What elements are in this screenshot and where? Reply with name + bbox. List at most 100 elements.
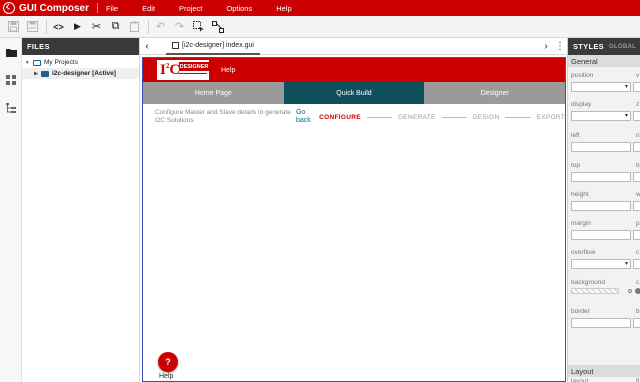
step-configure: CONFIGURE: [319, 113, 361, 121]
section-general[interactable]: General: [568, 55, 640, 67]
step-connector: [366, 116, 392, 118]
width-input[interactable]: [633, 201, 640, 211]
height-input[interactable]: [571, 201, 631, 211]
header-help-link[interactable]: Help: [221, 67, 235, 74]
overflow-field-2[interactable]: [633, 259, 640, 269]
toolbar: <> ▶ ✂ ⧉ ↶ ↷: [0, 16, 640, 38]
chevron-down-icon[interactable]: ▾: [26, 60, 33, 66]
activity-bar: [0, 38, 22, 382]
undo-icon[interactable]: ↶: [152, 18, 169, 35]
prop-label: p: [636, 220, 640, 227]
top-input[interactable]: [571, 172, 631, 182]
menu-options[interactable]: Options: [226, 4, 252, 13]
save-all-icon[interactable]: [24, 18, 41, 35]
logo-underline: [179, 73, 207, 74]
right-input[interactable]: [633, 142, 640, 152]
section-layout[interactable]: Layout: [568, 365, 640, 377]
connect-tool-icon[interactable]: [209, 18, 226, 35]
prop-label: background: [571, 279, 605, 286]
design-canvas[interactable]: I2C DESIGNER Help Home Page Quick Build …: [142, 57, 566, 382]
files-header: FILES: [22, 38, 139, 55]
tab-quick-build[interactable]: Quick Build: [283, 82, 425, 104]
tab-global[interactable]: GLOBAL: [609, 44, 636, 50]
prop-label: margin: [571, 220, 591, 227]
configure-instructions: Configure Master and Slave details to ge…: [155, 108, 291, 124]
toolbar-divider: [148, 19, 149, 34]
margin-input[interactable]: [571, 230, 631, 240]
tree-item-my-projects[interactable]: ▾ My Projects: [22, 57, 139, 68]
prop-background: background c: [571, 279, 640, 294]
prop-label: ri: [636, 132, 640, 139]
editor-area: ‹ [i2c-designer] index.gui › ⋮ I2C DESIG…: [140, 38, 567, 382]
bottom-input[interactable]: [633, 172, 640, 182]
prop-label: z: [636, 101, 640, 108]
border-field-2[interactable]: [633, 318, 640, 328]
menu-help[interactable]: Help: [276, 4, 291, 13]
menu-edit[interactable]: Edit: [142, 4, 155, 13]
display-field-2[interactable]: [633, 111, 640, 121]
left-input[interactable]: [571, 142, 631, 152]
logo-designer-tag: DESIGNER: [179, 62, 209, 71]
code-view-icon[interactable]: <>: [50, 18, 67, 35]
cut-icon[interactable]: ✂: [88, 18, 105, 35]
position-field-2[interactable]: [633, 82, 640, 92]
copy-icon[interactable]: ⧉: [107, 18, 124, 35]
prop-layout: layout fl: [571, 378, 640, 382]
background-color-swatch[interactable]: [571, 288, 619, 294]
color-knob[interactable]: [635, 288, 640, 294]
prop-label: layout: [571, 378, 589, 382]
i2c-header: I2C DESIGNER Help: [143, 58, 565, 82]
tab-index-gui[interactable]: [i2c-designer] index.gui: [166, 38, 260, 55]
padding-input[interactable]: [633, 230, 640, 240]
chevron-left-icon[interactable]: ‹: [140, 41, 154, 52]
prop-left: left ri: [571, 132, 640, 152]
go-back-link[interactable]: Go back: [296, 109, 319, 126]
step-connector: [441, 116, 467, 118]
color-picker-icon[interactable]: [628, 289, 632, 293]
prop-label: c: [636, 279, 640, 286]
app-title: GUI Composer: [19, 2, 90, 14]
prop-label: position: [571, 72, 594, 79]
tab-styles[interactable]: STYLES: [573, 42, 604, 51]
tab-label: [i2c-designer] index.gui: [182, 41, 254, 49]
editor-tab-bar: ‹ [i2c-designer] index.gui › ⋮: [140, 38, 567, 55]
display-select[interactable]: ▾: [571, 111, 631, 121]
styles-panel: STYLES GLOBAL General position v ▾ displa…: [567, 38, 640, 382]
prop-height: height w: [571, 191, 640, 211]
prop-label: left: [571, 132, 580, 139]
redo-icon[interactable]: ↷: [171, 18, 188, 35]
prop-label: c: [636, 249, 640, 256]
logo-text: I2C: [160, 61, 181, 78]
select-tool-icon[interactable]: [190, 18, 207, 35]
folder-icon: [41, 70, 49, 77]
app-logo-icon: [3, 2, 15, 14]
tree-item-i2c-designer[interactable]: ▶ i2c-designer [Active]: [22, 68, 139, 79]
menu-file[interactable]: File: [106, 4, 118, 13]
more-icon[interactable]: ⋮: [553, 41, 567, 52]
position-select[interactable]: ▾: [571, 82, 631, 92]
step-connector: [505, 116, 531, 118]
step-generate: GENERATE: [397, 113, 436, 121]
help-button[interactable]: ?: [158, 352, 178, 372]
folder-icon[interactable]: [0, 38, 22, 66]
chevron-right-icon[interactable]: ›: [539, 41, 553, 52]
folder-outline-icon: [33, 59, 41, 66]
menu-divider: [97, 3, 98, 13]
chevron-right-icon[interactable]: ▶: [34, 71, 41, 77]
tab-designer[interactable]: Designer: [424, 82, 565, 104]
border-input[interactable]: [571, 318, 631, 328]
app-nav-tabs: Home Page Quick Build Designer: [143, 82, 565, 104]
save-icon[interactable]: [5, 18, 22, 35]
hierarchy-icon[interactable]: [0, 94, 22, 122]
menu-project[interactable]: Project: [179, 4, 202, 13]
tab-home-page[interactable]: Home Page: [143, 82, 284, 104]
prop-label: height: [571, 191, 589, 198]
prop-label: b: [636, 162, 640, 169]
components-icon[interactable]: [0, 66, 22, 94]
prop-label: w: [636, 191, 640, 198]
toolbar-divider: [46, 19, 47, 34]
paste-icon[interactable]: [126, 18, 143, 35]
overflow-select[interactable]: ▾: [571, 259, 631, 269]
step-export: EXPORT: [536, 113, 566, 121]
run-icon[interactable]: ▶: [69, 18, 86, 35]
